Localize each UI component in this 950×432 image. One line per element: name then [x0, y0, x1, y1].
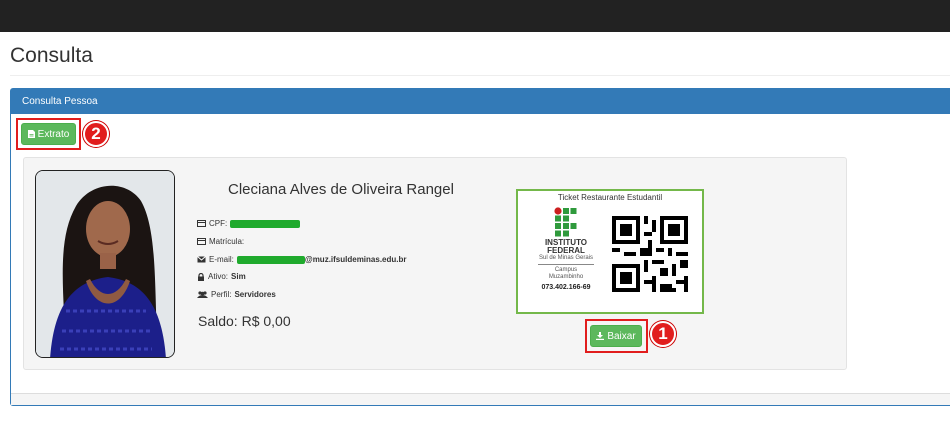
- ativo-value: Sim: [231, 272, 246, 281]
- panel-footer: [11, 393, 950, 405]
- cpf-label: CPF:: [209, 219, 228, 228]
- download-icon: [596, 332, 605, 340]
- perfil-value: Servidores: [234, 290, 276, 299]
- ativo-row: Ativo: Sim: [197, 272, 246, 281]
- if-logo-mark: [554, 207, 577, 237]
- email-domain: @muz.ifsuldeminas.edu.br: [304, 255, 407, 264]
- institute-line2: FEDERAL: [547, 246, 585, 255]
- saldo-text: Saldo: R$ 0,00: [198, 313, 291, 329]
- matricula-label: Matrícula:: [209, 237, 245, 246]
- extrato-button[interactable]: Extrato: [21, 123, 76, 145]
- campus-line2: Muzambinho: [548, 274, 584, 280]
- email-label: E-mail:: [209, 255, 234, 264]
- perfil-label: Perfil:: [211, 290, 232, 299]
- panel-heading: Consulta Pessoa: [11, 89, 950, 114]
- institute-logo: INSTITUTO FEDERAL Sul de Minas Gerais Ca…: [526, 207, 606, 307]
- users-icon: [197, 290, 208, 298]
- lock-icon: [198, 272, 204, 281]
- cpf-row: CPF:: [197, 219, 301, 228]
- baixar-label: Baixar: [607, 330, 636, 342]
- id-card-icon: [197, 238, 206, 245]
- perfil-row: Perfil: Servidores: [197, 290, 276, 299]
- envelope-icon: [197, 256, 206, 263]
- matricula-row: Matrícula:: [197, 237, 244, 246]
- cpf-redaction: [230, 219, 301, 228]
- email-row: E-mail: @muz.ifsuldeminas.edu.br: [197, 255, 406, 264]
- top-navbar: [0, 0, 950, 32]
- page-title: Consulta: [10, 44, 93, 67]
- logo-divider: [538, 264, 594, 265]
- campus-line1: Campus: [554, 267, 578, 273]
- ativo-label: Ativo:: [208, 272, 229, 281]
- person-photo: [35, 170, 175, 358]
- meal-ticket: Ticket Restaurante Estudantil INSTITUTO …: [516, 189, 704, 314]
- qr-code: [604, 208, 696, 300]
- annotation-marker-1: 1: [650, 321, 676, 347]
- institute-line3: Sul de Minas Gerais: [538, 255, 594, 261]
- title-divider: [10, 75, 950, 76]
- ticket-number: 073.402.166-69: [541, 284, 591, 291]
- annotation-marker-2: 2: [83, 121, 109, 147]
- person-name: Cleciana Alves de Oliveira Rangel: [228, 181, 454, 198]
- extrato-label: Extrato: [37, 128, 70, 140]
- ticket-title: Ticket Restaurante Estudantil: [557, 193, 663, 202]
- baixar-button[interactable]: Baixar: [590, 325, 642, 347]
- id-card-icon: [197, 220, 206, 227]
- email-redaction: [236, 255, 305, 264]
- file-icon: [27, 130, 35, 138]
